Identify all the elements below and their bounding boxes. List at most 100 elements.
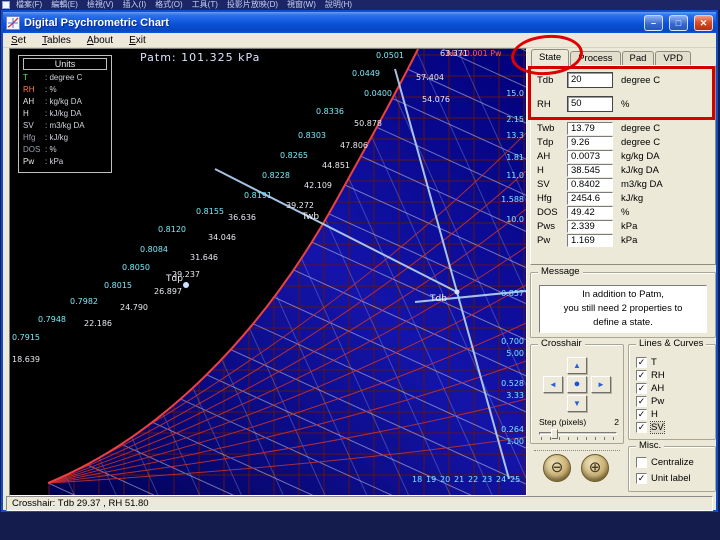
checkbox-pw[interactable]: ✓ Pw — [636, 395, 664, 407]
field-unit: % — [621, 206, 630, 218]
desktop-menu-item[interactable]: 編輯(E) — [51, 0, 78, 10]
desktop-menu-item[interactable]: 視窗(W) — [287, 0, 316, 10]
field-input-pws[interactable]: 2.339 — [567, 219, 613, 233]
field-unit: kJ/kg DA — [621, 164, 660, 176]
checkbox-box[interactable]: ✓ — [636, 369, 647, 381]
units-legend-row: SV: m3/kg DA — [23, 121, 85, 130]
checkbox-h[interactable]: ✓ H — [636, 408, 658, 420]
units-legend-title: Units — [23, 58, 107, 70]
desktop-menu-item[interactable]: 格式(O) — [155, 0, 183, 10]
tab-pad[interactable]: Pad — [621, 51, 655, 66]
chart-label: 44.851 — [322, 161, 350, 170]
menu-set[interactable]: Set — [3, 35, 34, 46]
maximize-button[interactable]: □ — [669, 14, 688, 31]
crosshair-up-button[interactable]: ▲ — [567, 357, 587, 374]
checkbox-box[interactable] — [636, 456, 647, 468]
x-axis-tick: 24 — [496, 475, 507, 484]
desktop-menu-item[interactable]: 檢視(V) — [87, 0, 114, 10]
desktop-menu-item[interactable]: 工具(T) — [192, 0, 218, 10]
tab-strip: State Process Pad VPD — [531, 49, 692, 66]
zoom-out-button[interactable]: ⊖ — [543, 454, 571, 482]
message-group: Message In addition to Patm, you still ne… — [530, 266, 716, 338]
zoom-in-button[interactable]: ⊕ — [581, 454, 609, 482]
psychrometric-chart[interactable]: Patm: 101.325 kPa AH x0.001 Pw 0.0501 63.… — [9, 48, 527, 496]
chart-label: 0.8155 — [196, 207, 224, 216]
field-unit: degree C — [621, 136, 661, 148]
field-input-hfg[interactable]: 2454.6 — [567, 191, 613, 205]
menu-exit[interactable]: Exit — [121, 35, 154, 46]
chart-label: 0.7948 — [38, 315, 66, 324]
chart-label: Tdb — [430, 294, 447, 304]
field-input-tdp[interactable]: 9.26 — [567, 135, 613, 149]
chart-label: 0.8120 — [158, 225, 186, 234]
field-input-twb[interactable]: 13.79 — [567, 121, 613, 135]
menu-bar: Set Tables About Exit — [3, 33, 716, 48]
checkbox-sv[interactable]: ✓ SV — [636, 420, 665, 434]
desktop-menu-item[interactable]: 投影片放映(D) — [227, 0, 278, 10]
slider-thumb[interactable] — [551, 429, 558, 439]
close-button[interactable]: ✕ — [694, 14, 713, 31]
step-label: Step (pixels) — [539, 417, 587, 427]
minimize-button[interactable]: – — [644, 14, 663, 31]
crosshair-group-title: Crosshair — [538, 338, 585, 349]
field-input-pw[interactable]: 1.169 — [567, 233, 613, 247]
checkbox-label: Centralize — [651, 456, 694, 468]
right-axis-value: 1.00 — [506, 437, 524, 446]
crosshair-center-button[interactable]: ● — [567, 376, 587, 393]
checkbox-box[interactable]: ✓ — [636, 421, 647, 433]
checkbox-centralize[interactable]: Centralize — [636, 456, 694, 468]
x-axis-tick: 23 — [482, 475, 493, 484]
desktop-menu-item[interactable]: 插入(I) — [123, 0, 147, 10]
crosshair-left-button[interactable]: ◄ — [543, 376, 563, 393]
chart-label: 0.8015 — [104, 281, 132, 290]
field-unit: kPa — [621, 234, 638, 246]
field-input-dos[interactable]: 49.42 — [567, 205, 613, 219]
field-input-ah[interactable]: 0.0073 — [567, 149, 613, 163]
chart-label: 0.8084 — [140, 245, 168, 254]
title-bar: Digital Psychrometric Chart – □ ✕ — [3, 12, 716, 33]
window-title: Digital Psychrometric Chart — [24, 16, 169, 29]
checkbox-unit-label[interactable]: ✓ Unit label — [636, 472, 691, 484]
chart-label: 63.371 — [440, 49, 468, 58]
tab-state[interactable]: State — [531, 49, 570, 66]
menu-tables[interactable]: Tables — [34, 35, 79, 46]
x-axis-tick: 21 — [454, 475, 465, 484]
checkbox-rh[interactable]: ✓ RH — [636, 369, 665, 381]
checkbox-label: H — [651, 408, 658, 420]
chart-label: 0.8265 — [280, 151, 308, 160]
field-unit: m3/kg DA — [621, 178, 663, 190]
chart-label: 0.0400 — [364, 89, 392, 98]
checkbox-label: RH — [651, 369, 665, 381]
checkbox-box[interactable]: ✓ — [636, 472, 647, 484]
checkbox-box[interactable]: ✓ — [636, 356, 647, 368]
field-input-sv[interactable]: 0.8402 — [567, 177, 613, 191]
checkbox-box[interactable]: ✓ — [636, 382, 647, 394]
units-legend-row: Hfg: kJ/kg — [23, 133, 69, 142]
checkbox-ah[interactable]: ✓ AH — [636, 382, 664, 394]
step-slider[interactable] — [539, 429, 617, 440]
crosshair-right-button[interactable]: ► — [591, 376, 611, 393]
checkbox-box[interactable]: ✓ — [636, 408, 647, 420]
crosshair-down-button[interactable]: ▼ — [567, 395, 587, 412]
field-unit: degree C — [621, 122, 661, 134]
x-axis-tick: 22 — [468, 475, 479, 484]
menu-about[interactable]: About — [79, 35, 121, 46]
right-axis-value: 1.81 — [506, 153, 524, 162]
right-axis-value: 15.0 — [506, 89, 524, 98]
right-axis-value: 0.264 — [501, 425, 524, 434]
units-legend-rows: T: degree C RH: % AH: kg/kg DA H: kJ/kg DA S… — [23, 72, 107, 168]
checkbox-box[interactable]: ✓ — [636, 395, 647, 407]
checkbox-label: SV — [650, 420, 665, 434]
step-value: 2 — [614, 417, 619, 427]
annotation-rectangle — [528, 66, 715, 120]
desktop-menu-item[interactable]: 說明(H) — [325, 0, 352, 10]
checkbox-t[interactable]: ✓ T — [636, 356, 657, 368]
field-input-h[interactable]: 38.545 — [567, 163, 613, 177]
chart-label: 0.8336 — [316, 107, 344, 116]
tab-vpd[interactable]: VPD — [655, 51, 691, 66]
message-text: In addition to Patm, you still need 2 pro… — [539, 285, 707, 333]
desktop-menu-item[interactable]: 檔案(F) — [16, 0, 42, 10]
chart-label: 0.8228 — [262, 171, 290, 180]
right-axis-value: 1.588 — [501, 195, 524, 204]
chart-label: 24.790 — [120, 303, 148, 312]
